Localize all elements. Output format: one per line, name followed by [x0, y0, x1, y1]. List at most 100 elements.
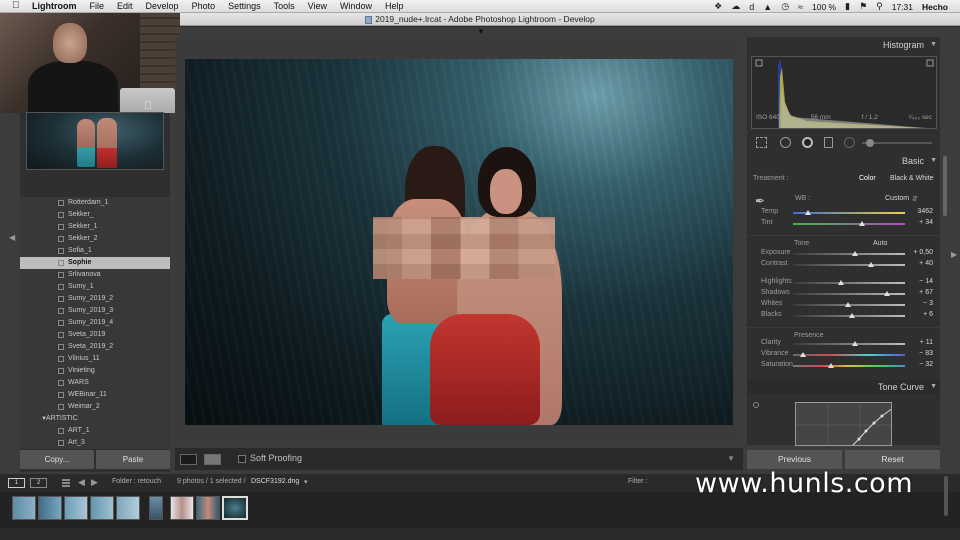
eyedropper-icon[interactable]: ✒: [755, 194, 765, 208]
menu-edit[interactable]: Edit: [117, 1, 133, 11]
menu-view[interactable]: View: [308, 1, 327, 11]
slider-thumb-vibrance[interactable]: [800, 352, 807, 357]
filename-dropdown-icon[interactable]: ▾: [304, 478, 308, 486]
copy-button[interactable]: Copy...: [20, 450, 94, 469]
folder-row[interactable]: Sekker_2: [20, 233, 170, 245]
folder-row-selected[interactable]: Sophie: [20, 257, 170, 269]
treatment-color[interactable]: Color: [859, 175, 876, 182]
right-panel-toggle-icon[interactable]: ▶: [951, 250, 957, 259]
forward-arrow-icon[interactable]: ▶: [91, 477, 98, 488]
user-name[interactable]: Hecho: [922, 2, 948, 12]
menu-develop[interactable]: Develop: [146, 1, 179, 11]
folder-row[interactable]: Weimar_2: [20, 401, 170, 413]
folder-row[interactable]: Sekker_1: [20, 221, 170, 233]
slider-value-blacks[interactable]: + 6: [905, 311, 933, 318]
folder-source[interactable]: Folder : retouch: [112, 478, 161, 485]
slider-value-clarity[interactable]: + 11: [905, 339, 933, 346]
slider-track-highlights[interactable]: [793, 282, 905, 284]
second-monitor-button[interactable]: 2: [30, 478, 47, 488]
folder-row[interactable]: Sveta_2019: [20, 329, 170, 341]
folder-row[interactable]: Sveta_2019_2: [20, 341, 170, 353]
folder-group-toggle-icon[interactable]: ▼: [41, 413, 47, 425]
menu-settings[interactable]: Settings: [228, 1, 261, 11]
folder-row[interactable]: Art_3: [20, 437, 170, 449]
slider-thumb-blacks[interactable]: [849, 313, 856, 318]
red-eye-icon[interactable]: [802, 137, 813, 148]
slider-thumb-temp[interactable]: [804, 210, 811, 215]
slider-value-exposure[interactable]: + 0,50: [905, 249, 933, 256]
filmstrip-thumb[interactable]: [12, 496, 36, 520]
toolbar-menu-chevron-icon[interactable]: ▼: [727, 454, 735, 463]
menu-help[interactable]: Help: [385, 1, 404, 11]
folder-group-row[interactable]: ▼ ARTISTIC: [20, 413, 170, 425]
slider-value-tint[interactable]: + 34: [905, 219, 933, 226]
left-panel-toggle-icon[interactable]: ◀: [9, 233, 15, 242]
dropbox-icon[interactable]: ❖: [714, 1, 722, 12]
crop-tool-icon[interactable]: [756, 137, 767, 148]
basic-header[interactable]: Basic ▼: [747, 154, 940, 168]
slider-thumb-contrast[interactable]: [868, 262, 875, 267]
slider-value-whites[interactable]: − 3: [905, 300, 933, 307]
selected-filename[interactable]: DSCF3192.dng: [251, 478, 299, 485]
before-after-button[interactable]: [204, 454, 221, 465]
wifi-icon[interactable]: ≈: [798, 2, 803, 12]
loupe-view-button[interactable]: [180, 454, 197, 465]
slider-track-saturation[interactable]: [793, 365, 905, 367]
slider-value-temp[interactable]: 3462: [905, 208, 933, 215]
slider-thumb-highlights[interactable]: [838, 280, 845, 285]
clock-icon[interactable]: ◷: [781, 1, 789, 12]
filmstrip-thumb[interactable]: [38, 496, 62, 520]
grid-view-icon[interactable]: [62, 479, 70, 487]
filmstrip-thumb[interactable]: [149, 496, 163, 520]
filmstrip-thumb[interactable]: [196, 496, 220, 520]
tone-curve-collapse-icon[interactable]: ▼: [930, 380, 937, 394]
folder-row[interactable]: Sofia_1: [20, 245, 170, 257]
slider-track-contrast[interactable]: [793, 264, 905, 266]
filmstrip-thumb-selected[interactable]: [222, 496, 248, 520]
filmstrip-scrollbar[interactable]: [944, 476, 948, 516]
slider-value-shadows[interactable]: + 67: [905, 289, 933, 296]
filmstrip-thumb[interactable]: [64, 496, 88, 520]
graduated-filter-icon[interactable]: [824, 137, 833, 148]
slider-thumb-exposure[interactable]: [851, 251, 858, 256]
folder-row[interactable]: WARS: [20, 377, 170, 389]
menu-tools[interactable]: Tools: [274, 1, 295, 11]
filmstrip-thumb[interactable]: [90, 496, 114, 520]
soft-proofing-checkbox[interactable]: [238, 455, 246, 463]
tone-curve-graph[interactable]: [795, 402, 892, 446]
wb-value[interactable]: Custom: [885, 195, 909, 202]
airplay-icon[interactable]: ▲: [763, 2, 772, 12]
right-panel-scrollbar[interactable]: [943, 156, 947, 216]
slider-track-vibrance[interactable]: [793, 354, 905, 356]
folder-row[interactable]: Sumy_2019_4: [20, 317, 170, 329]
radial-filter-icon[interactable]: [844, 137, 855, 148]
top-panel-toggle-icon[interactable]: ▼: [477, 27, 485, 36]
main-photo[interactable]: [185, 59, 733, 425]
brush-slider-thumb[interactable]: [866, 139, 874, 147]
filmstrip-thumb[interactable]: [116, 496, 140, 520]
histogram-header[interactable]: Histogram ▼: [747, 38, 940, 52]
folder-row[interactable]: WEBinar_11: [20, 389, 170, 401]
menu-file[interactable]: File: [90, 1, 105, 11]
slider-track-clarity[interactable]: [793, 343, 905, 345]
slider-value-saturation[interactable]: − 32: [905, 361, 933, 368]
search-icon[interactable]: ⚲: [876, 1, 883, 12]
tone-curve-header[interactable]: Tone Curve ▼: [747, 380, 940, 394]
apple-icon[interactable]: : [12, 1, 22, 11]
main-monitor-button[interactable]: 1: [8, 478, 25, 488]
tone-auto-button[interactable]: Auto: [873, 240, 887, 247]
slider-thumb-clarity[interactable]: [851, 341, 858, 346]
slider-track-tint[interactable]: [793, 223, 905, 225]
spot-removal-icon[interactable]: [780, 137, 791, 148]
histogram-collapse-icon[interactable]: ▼: [930, 38, 937, 52]
basic-collapse-icon[interactable]: ▼: [930, 154, 937, 168]
menu-window[interactable]: Window: [340, 1, 372, 11]
folder-row[interactable]: Sumy_2019_3: [20, 305, 170, 317]
navigator-preview[interactable]: [26, 112, 164, 170]
treatment-bw[interactable]: Black & White: [890, 175, 934, 182]
previous-button[interactable]: Previous: [747, 450, 842, 469]
folder-row[interactable]: Srlivanova: [20, 269, 170, 281]
slider-value-vibrance[interactable]: − 83: [905, 350, 933, 357]
folder-row[interactable]: Sumy_1: [20, 281, 170, 293]
flag-icon[interactable]: ⚑: [859, 1, 867, 12]
